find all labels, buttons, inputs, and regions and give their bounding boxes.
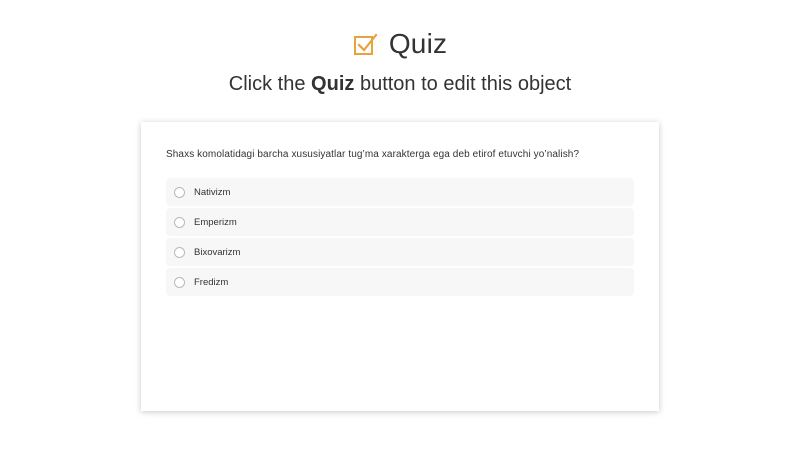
question-text: Shaxs komolatidagi barcha xususiyatlar t… [166,149,580,160]
answer-option-nativizm[interactable]: Nativizm [166,178,634,206]
answer-option-bixovarizm[interactable]: Bixovarizm [166,238,634,266]
answer-option-label: Emperizm [194,216,237,228]
instruction-emphasis: Quiz [311,73,355,95]
answer-option-emperizm[interactable]: Emperizm [166,208,634,236]
answer-options: Nativizm Emperizm Bixovarizm Fredizm [166,178,634,298]
radio-button[interactable] [174,276,185,288]
radio-button[interactable] [174,186,185,198]
instruction-text: Click the Quiz button to edit this objec… [0,73,800,96]
radio-button[interactable] [174,216,185,228]
answer-option-label: Bixovarizm [194,246,241,258]
answer-option-label: Fredizm [194,276,229,288]
quiz-card: Shaxs komolatidagi barcha xususiyatlar t… [141,122,659,411]
instruction-prefix: Click the [228,73,312,95]
instruction-suffix: button to edit this object [354,73,572,95]
quiz-page: Quiz Click the Quiz button to edit this … [0,0,800,449]
radio-button[interactable] [174,246,185,258]
answer-option-label: Nativizm [194,186,231,198]
checkbox-check-icon [353,31,379,57]
quiz-header: Quiz [0,28,800,60]
answer-option-fredizm[interactable]: Fredizm [166,268,634,296]
page-title: Quiz [388,28,448,59]
